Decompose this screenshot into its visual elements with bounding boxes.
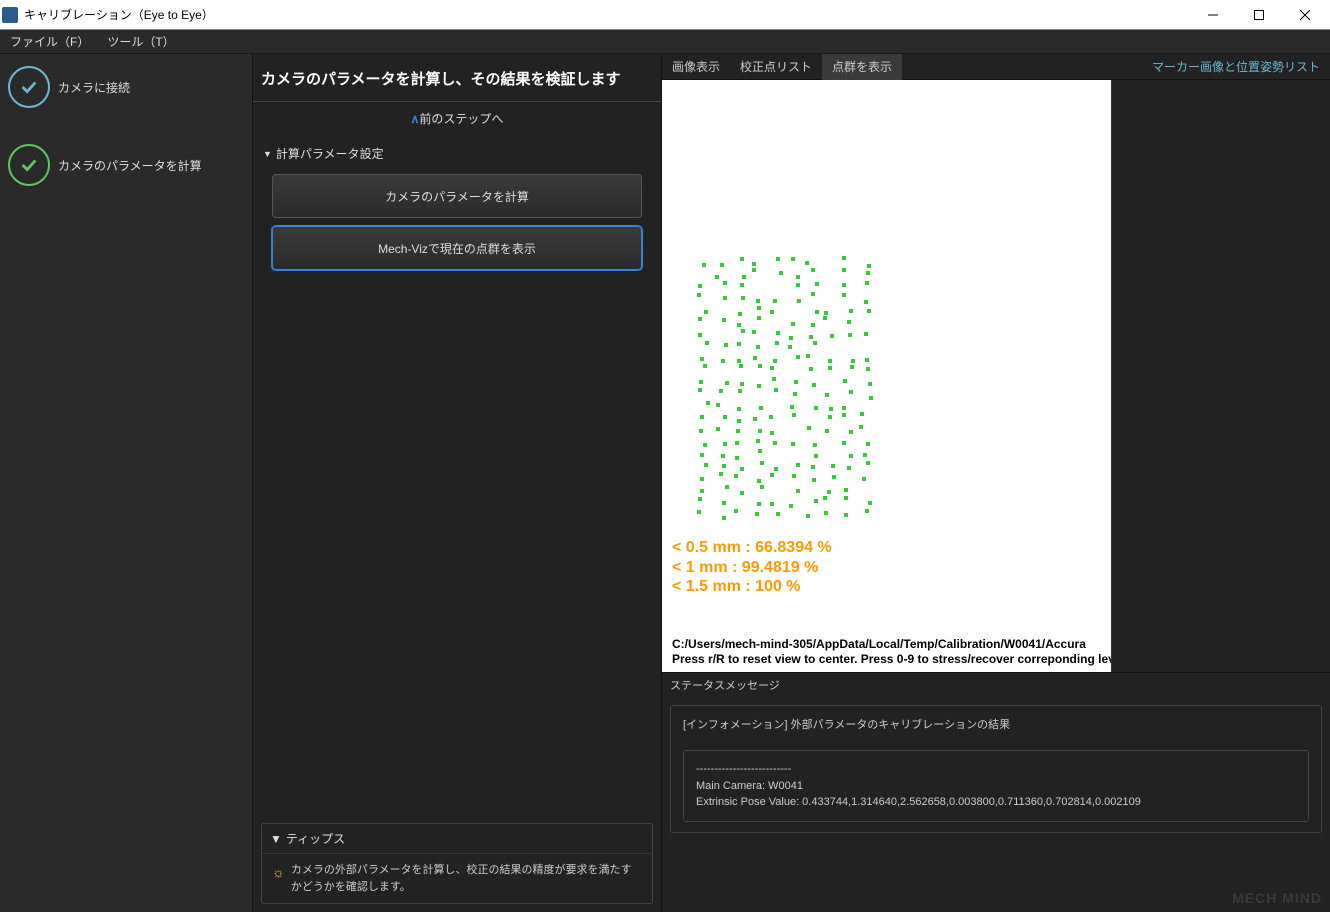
calibration-path: C:/Users/mech-mind-305/AppData/Local/Tem… [672, 637, 1111, 653]
menu-bar: ファイル（F） ツール（T） [0, 30, 1330, 54]
tab-pointcloud-display[interactable]: 点群を表示 [822, 54, 902, 80]
tips-body: カメラの外部パラメータを計算し、校正の結果の精度が要求を満たすかどうかを確認しま… [291, 862, 642, 895]
viz-tabs: 画像表示 校正点リスト 点群を表示 [662, 54, 902, 80]
visualization-panel: 画像表示 校正点リスト 点群を表示 マーカー画像と位置姿勢リスト < 0.5 m… [662, 54, 1330, 912]
close-button[interactable] [1282, 0, 1328, 30]
status-message-box: [インフォメーション] 外部パラメータのキャリブレーションの結果 -------… [670, 705, 1322, 833]
triangle-down-icon: ▼ [263, 149, 272, 159]
status-dash: -------------------------- [696, 761, 1296, 778]
calc-parameter-group: ▼ 計算パラメータ設定 カメラのパラメータを計算 Mech-Vizで現在の点群を… [253, 135, 661, 284]
calc-camera-params-button[interactable]: カメラのパラメータを計算 [272, 174, 642, 218]
status-extrinsic-pose: Extrinsic Pose Value: 0.433744,1.314640,… [696, 794, 1296, 811]
app-icon [2, 7, 18, 23]
minimize-button[interactable] [1190, 0, 1236, 30]
menu-tool[interactable]: ツール（T） [107, 33, 174, 50]
maximize-button[interactable] [1236, 0, 1282, 30]
pointcloud-canvas[interactable]: < 0.5 mm : 66.8394 % < 1 mm : 99.4819 % … [662, 80, 1112, 672]
check-icon [8, 144, 50, 186]
group-header[interactable]: ▼ 計算パラメータ設定 [263, 141, 651, 166]
parameters-panel: カメラのパラメータを計算し、その結果を検証します ∧前のステップへ ▼ 計算パラ… [252, 54, 662, 912]
triangle-down-icon: ▼ [270, 832, 282, 846]
watermark: MECH MIND [1232, 890, 1322, 906]
lightbulb-icon: ☼ [272, 862, 285, 895]
tab-image-display[interactable]: 画像表示 [662, 54, 730, 80]
prev-step-label: 前のステップへ [419, 112, 503, 126]
status-header: [インフォメーション] 外部パラメータのキャリブレーションの結果 [683, 716, 1309, 732]
check-icon [8, 66, 50, 108]
step-calc-parameters[interactable]: カメラのパラメータを計算 [8, 144, 244, 186]
status-area-title: ステータスメッセージ [662, 673, 1330, 697]
panel-header: カメラのパラメータを計算し、その結果を検証します [253, 54, 661, 102]
title-bar: キャリブレーション（Eye to Eye） [0, 0, 1330, 30]
tips-box: ▼ ティップス ☼ カメラの外部パラメータを計算し、校正の結果の精度が要求を満た… [261, 823, 653, 904]
step-label: カメラのパラメータを計算 [58, 157, 202, 174]
viz-footer: C:/Users/mech-mind-305/AppData/Local/Tem… [672, 637, 1111, 668]
group-title: 計算パラメータ設定 [276, 145, 384, 162]
prev-step-link[interactable]: ∧前のステップへ [253, 102, 661, 135]
panel-title: カメラのパラメータを計算し、その結果を検証します [261, 68, 653, 89]
viz-hint: Press r/R to reset view to center. Press… [672, 652, 1111, 668]
tips-title: ティップス [286, 830, 345, 847]
status-details: -------------------------- Main Camera: … [683, 750, 1309, 822]
step-label: カメラに接続 [58, 79, 130, 96]
marker-image-pose-list-link[interactable]: マーカー画像と位置姿勢リスト [1152, 58, 1320, 75]
tab-calibration-point-list[interactable]: 校正点リスト [730, 54, 822, 80]
accuracy-metrics: < 0.5 mm : 66.8394 % < 1 mm : 99.4819 % … [672, 538, 832, 596]
metric-1-5mm: < 1.5 mm : 100 % [672, 577, 832, 596]
status-main-camera: Main Camera: W0041 [696, 778, 1296, 795]
metric-0-5mm: < 0.5 mm : 66.8394 % [672, 538, 832, 557]
show-pointcloud-mechviz-button[interactable]: Mech-Vizで現在の点群を表示 [272, 226, 642, 270]
steps-panel: カメラに接続 カメラのパラメータを計算 [0, 54, 252, 912]
status-area: ステータスメッセージ [インフォメーション] 外部パラメータのキャリブレーション… [662, 672, 1330, 841]
step-connect-camera[interactable]: カメラに接続 [8, 66, 244, 108]
tips-header[interactable]: ▼ ティップス [262, 824, 652, 854]
metric-1mm: < 1 mm : 99.4819 % [672, 558, 832, 577]
menu-file[interactable]: ファイル（F） [10, 33, 89, 50]
window-title: キャリブレーション（Eye to Eye） [24, 6, 1190, 23]
